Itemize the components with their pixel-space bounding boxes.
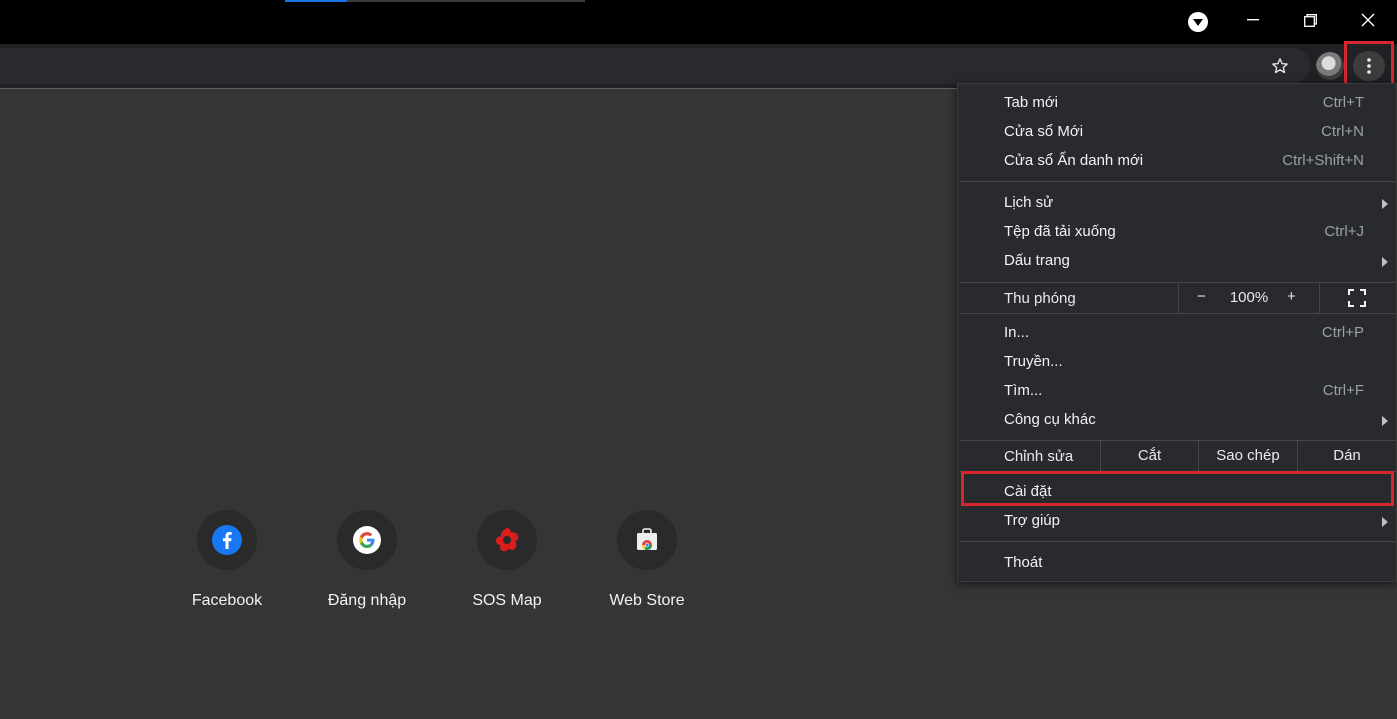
submenu-arrow-icon	[1382, 257, 1388, 267]
menu-item-bookmarks[interactable]: Dấu trang	[958, 247, 1397, 276]
close-icon[interactable]	[1343, 0, 1393, 40]
restore-icon[interactable]	[1285, 0, 1335, 40]
bookmark-star-icon[interactable]	[1266, 52, 1294, 80]
profile-avatar[interactable]	[1316, 52, 1344, 80]
shortcut-web-store[interactable]: Web Store	[587, 510, 707, 620]
zoom-out-button[interactable]: −	[1197, 288, 1206, 305]
tab-search-icon[interactable]	[1188, 12, 1208, 32]
shortcut-facebook[interactable]: Facebook	[167, 510, 287, 620]
submenu-arrow-icon	[1382, 416, 1388, 426]
settings-highlight	[961, 471, 1394, 506]
menu-item-cast[interactable]: Truyền...	[958, 348, 1397, 377]
address-bar[interactable]	[0, 48, 1310, 84]
zoom-in-button[interactable]: +	[1287, 288, 1296, 305]
menu-item-new-window[interactable]: Cửa sổ Mới Ctrl+N	[958, 118, 1397, 147]
menu-item-new-tab[interactable]: Tab mới Ctrl+T	[958, 89, 1397, 118]
edit-label: Chỉnh sửa	[1004, 448, 1074, 465]
menu-item-find[interactable]: Tìm... Ctrl+F	[958, 377, 1397, 406]
web-store-icon	[617, 510, 677, 570]
shortcut-label: Web Store	[609, 592, 685, 609]
menu-item-exit[interactable]: Thoát	[958, 549, 1397, 578]
menu-item-help[interactable]: Trợ giúp	[958, 507, 1397, 536]
menu-zoom-row: Thu phóng − 100% +	[958, 283, 1397, 313]
copy-button[interactable]: Sao chép	[1198, 441, 1297, 471]
menu-separator	[960, 181, 1396, 182]
zoom-control: − 100% +	[1178, 283, 1320, 313]
sos-map-icon	[477, 510, 537, 570]
google-icon	[337, 510, 397, 570]
menu-separator	[960, 541, 1396, 542]
zoom-level: 100%	[1229, 289, 1269, 306]
toolbar	[0, 44, 1397, 88]
paste-button[interactable]: Dán	[1297, 441, 1396, 471]
shortcut-sos-map[interactable]: SOS Map	[447, 510, 567, 620]
active-tab-indicator	[285, 0, 347, 2]
menu-separator	[960, 313, 1396, 314]
menu-button-highlight	[1344, 41, 1394, 87]
cut-button[interactable]: Cắt	[1100, 441, 1198, 471]
shortcut-label: Facebook	[191, 592, 263, 609]
menu-item-more-tools[interactable]: Công cụ khác	[958, 406, 1397, 435]
minimize-icon[interactable]	[1228, 0, 1278, 40]
facebook-icon	[197, 510, 257, 570]
shortcut-dang-nhap[interactable]: Đăng nhập	[307, 510, 427, 620]
menu-item-history[interactable]: Lịch sử	[958, 189, 1397, 218]
title-bar	[0, 0, 1397, 44]
submenu-arrow-icon	[1382, 517, 1388, 527]
fullscreen-icon[interactable]	[1348, 289, 1366, 307]
chrome-menu: Tab mới Ctrl+T Cửa sổ Mới Ctrl+N Cửa sổ …	[957, 83, 1397, 582]
menu-item-downloads[interactable]: Tệp đã tải xuống Ctrl+J	[958, 218, 1397, 247]
menu-item-print[interactable]: In... Ctrl+P	[958, 319, 1397, 348]
submenu-arrow-icon	[1382, 199, 1388, 209]
shortcut-label: SOS Map	[472, 592, 542, 609]
menu-item-new-incognito-window[interactable]: Cửa sổ Ẩn danh mới Ctrl+Shift+N	[958, 147, 1397, 176]
menu-edit-row: Chỉnh sửa Cắt Sao chép Dán	[958, 441, 1397, 471]
zoom-label: Thu phóng	[1004, 290, 1076, 307]
shortcut-label: Đăng nhập	[327, 592, 407, 609]
